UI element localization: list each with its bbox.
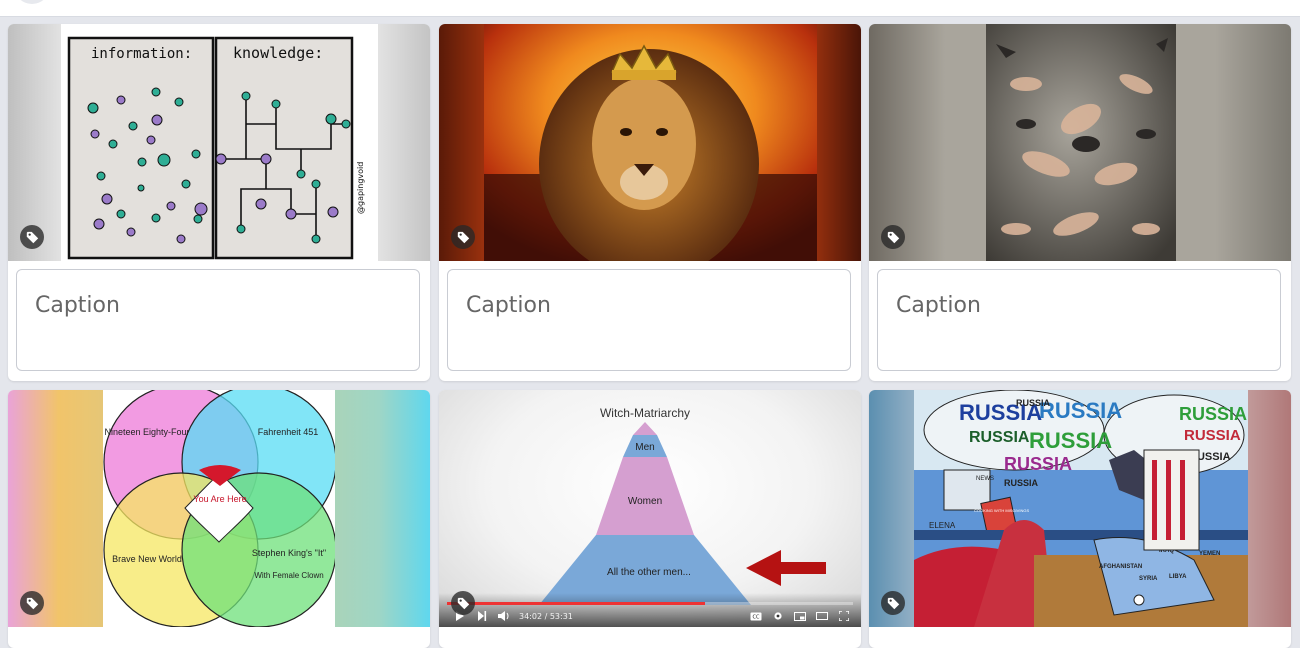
venn-label-fahrenheit: Fahrenheit 451: [258, 427, 319, 437]
top-bar: [0, 0, 1300, 17]
card-image[interactable]: information: knowledge: @gapingvoid: [8, 24, 430, 261]
venn-diagram: Nineteen Eighty-Four Fahrenheit 451 Brav…: [103, 390, 335, 627]
bubble-word: RUSSIA: [1039, 398, 1122, 423]
caption-input[interactable]: [894, 292, 1268, 319]
card-image[interactable]: RUSSIA RUSSIA RUSSIA RUSSIA RUSSIA RUSSI…: [869, 390, 1291, 627]
caption-field[interactable]: [447, 269, 851, 371]
russia-cartoon: RUSSIA RUSSIA RUSSIA RUSSIA RUSSIA RUSSI…: [914, 390, 1248, 627]
tag-icon: [26, 231, 38, 243]
witches-painting: [986, 24, 1176, 261]
tag-button[interactable]: [451, 225, 475, 249]
bubble-word: RUSSIA: [969, 429, 1030, 446]
volume-icon[interactable]: [493, 611, 515, 621]
lion-artwork: [484, 24, 817, 261]
settings-icon[interactable]: [767, 611, 789, 621]
venn-label-brave: Brave New World: [112, 554, 182, 564]
level-men: Men: [635, 442, 654, 453]
video-player[interactable]: Witch-Matriarchy Men Women All the other…: [439, 390, 861, 627]
card-image[interactable]: Nineteen Eighty-Four Fahrenheit 451 Brav…: [8, 390, 430, 627]
tag-button[interactable]: [881, 225, 905, 249]
map-label: AFGHANISTAN: [1099, 564, 1142, 570]
image-card-4: Nineteen Eighty-Four Fahrenheit 451 Brav…: [8, 390, 430, 648]
map-label: LIBYA: [1169, 574, 1187, 580]
venn-label-it: Stephen King's "It": [252, 548, 326, 558]
image-card-3: [869, 24, 1291, 381]
map-label: SYRIA: [1139, 576, 1158, 582]
bubble-word: RUSSIA: [1184, 427, 1241, 444]
tag-icon: [887, 597, 899, 609]
tag-icon: [26, 597, 38, 609]
video-progress-bar[interactable]: [447, 602, 853, 605]
bubble-word: RUSSIA: [1004, 454, 1072, 474]
slide-title: Witch-Matriarchy: [600, 406, 690, 420]
video-card: Witch-Matriarchy Men Women All the other…: [439, 390, 861, 648]
map-label: YEMEN: [1199, 551, 1220, 557]
tag-icon: [887, 231, 899, 243]
video-progress-fill: [447, 602, 706, 605]
level-other-men: All the other men...: [607, 567, 691, 578]
captions-icon[interactable]: CC: [745, 612, 767, 621]
caption-input[interactable]: [33, 292, 407, 319]
bubble-word: RUSSIA: [1029, 428, 1112, 453]
miniplayer-icon[interactable]: [789, 611, 811, 621]
image-card-1: information: knowledge: @gapingvoid: [8, 24, 430, 381]
caption-field[interactable]: [16, 269, 420, 371]
video-time: 34:02 / 53:31: [519, 611, 573, 621]
card-image[interactable]: [869, 24, 1291, 261]
theater-icon[interactable]: [811, 612, 833, 620]
tag-button[interactable]: [881, 591, 905, 615]
svg-text:CC: CC: [753, 614, 760, 620]
image-card-6: RUSSIA RUSSIA RUSSIA RUSSIA RUSSIA RUSSI…: [869, 390, 1291, 648]
next-icon[interactable]: [471, 611, 493, 621]
avatar[interactable]: [14, 0, 50, 4]
panel-right-title: knowledge:: [233, 44, 323, 62]
caption-input[interactable]: [464, 292, 838, 319]
venn-label-it-sub: With Female Clown: [254, 571, 323, 580]
tag-button[interactable]: [451, 591, 475, 615]
bubble-word: RUSSIA: [1179, 404, 1247, 424]
bubble-word: RUSSIA: [1016, 398, 1051, 408]
counter-text: ELENA: [929, 521, 956, 530]
level-women: Women: [628, 496, 662, 507]
tag-button[interactable]: [20, 591, 44, 615]
info-knowledge-cartoon: information: knowledge: @gapingvoid: [61, 24, 378, 261]
caption-field[interactable]: [877, 269, 1281, 371]
monitor-label: NEWS: [976, 476, 994, 482]
bubble-word: RUSSIA: [1004, 478, 1039, 488]
cookbook-label: COOKING WITH MISGIVINGS: [974, 508, 1029, 513]
fullscreen-icon[interactable]: [833, 611, 855, 621]
pyramid-slide: Witch-Matriarchy Men Women All the other…: [539, 406, 826, 605]
video-controls: 34:02 / 53:31 CC: [439, 607, 861, 625]
venn-center: You Are Here: [193, 494, 246, 504]
signature: @gapingvoid: [356, 162, 365, 214]
red-arrow: [746, 550, 826, 586]
panel-left-title: information:: [91, 46, 192, 62]
tag-button[interactable]: [20, 225, 44, 249]
image-card-2: [439, 24, 861, 381]
tag-icon: [457, 597, 469, 609]
venn-label-1984: Nineteen Eighty-Four: [104, 427, 189, 437]
card-image[interactable]: [439, 24, 861, 261]
tag-icon: [457, 231, 469, 243]
